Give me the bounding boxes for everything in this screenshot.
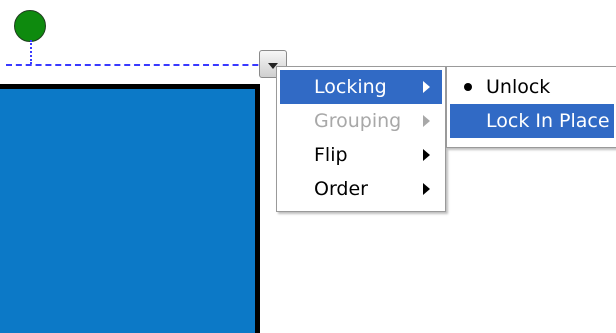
locking-submenu: Unlock Lock In Place [446, 66, 616, 148]
canvas: Locking Grouping Flip Order Unlock Lock … [0, 0, 616, 333]
menu-item-label: Flip [314, 144, 348, 166]
submenu-item-label: Unlock [486, 76, 551, 98]
chevron-right-icon [423, 115, 430, 127]
submenu-item-unlock[interactable]: Unlock [450, 70, 614, 104]
menu-item-label: Grouping [314, 110, 402, 132]
menu-item-label: Locking [314, 76, 387, 98]
context-menu: Locking Grouping Flip Order [276, 66, 446, 212]
rotate-stem [30, 40, 32, 64]
menu-item-grouping: Grouping [280, 104, 442, 138]
chevron-right-icon [423, 183, 430, 195]
selection-outline [6, 64, 278, 66]
menu-item-flip[interactable]: Flip [280, 138, 442, 172]
chevron-right-icon [423, 81, 430, 93]
chevron-right-icon [423, 149, 430, 161]
submenu-item-label: Lock In Place [486, 110, 610, 132]
menu-item-label: Order [314, 178, 368, 200]
menu-item-order[interactable]: Order [280, 172, 442, 206]
submenu-item-lock-in-place[interactable]: Lock In Place [450, 104, 614, 138]
blue-rectangle-shape[interactable] [0, 84, 260, 333]
menu-item-locking[interactable]: Locking [280, 70, 442, 104]
rotate-handle-icon[interactable] [14, 10, 46, 42]
bullet-icon [464, 83, 472, 91]
